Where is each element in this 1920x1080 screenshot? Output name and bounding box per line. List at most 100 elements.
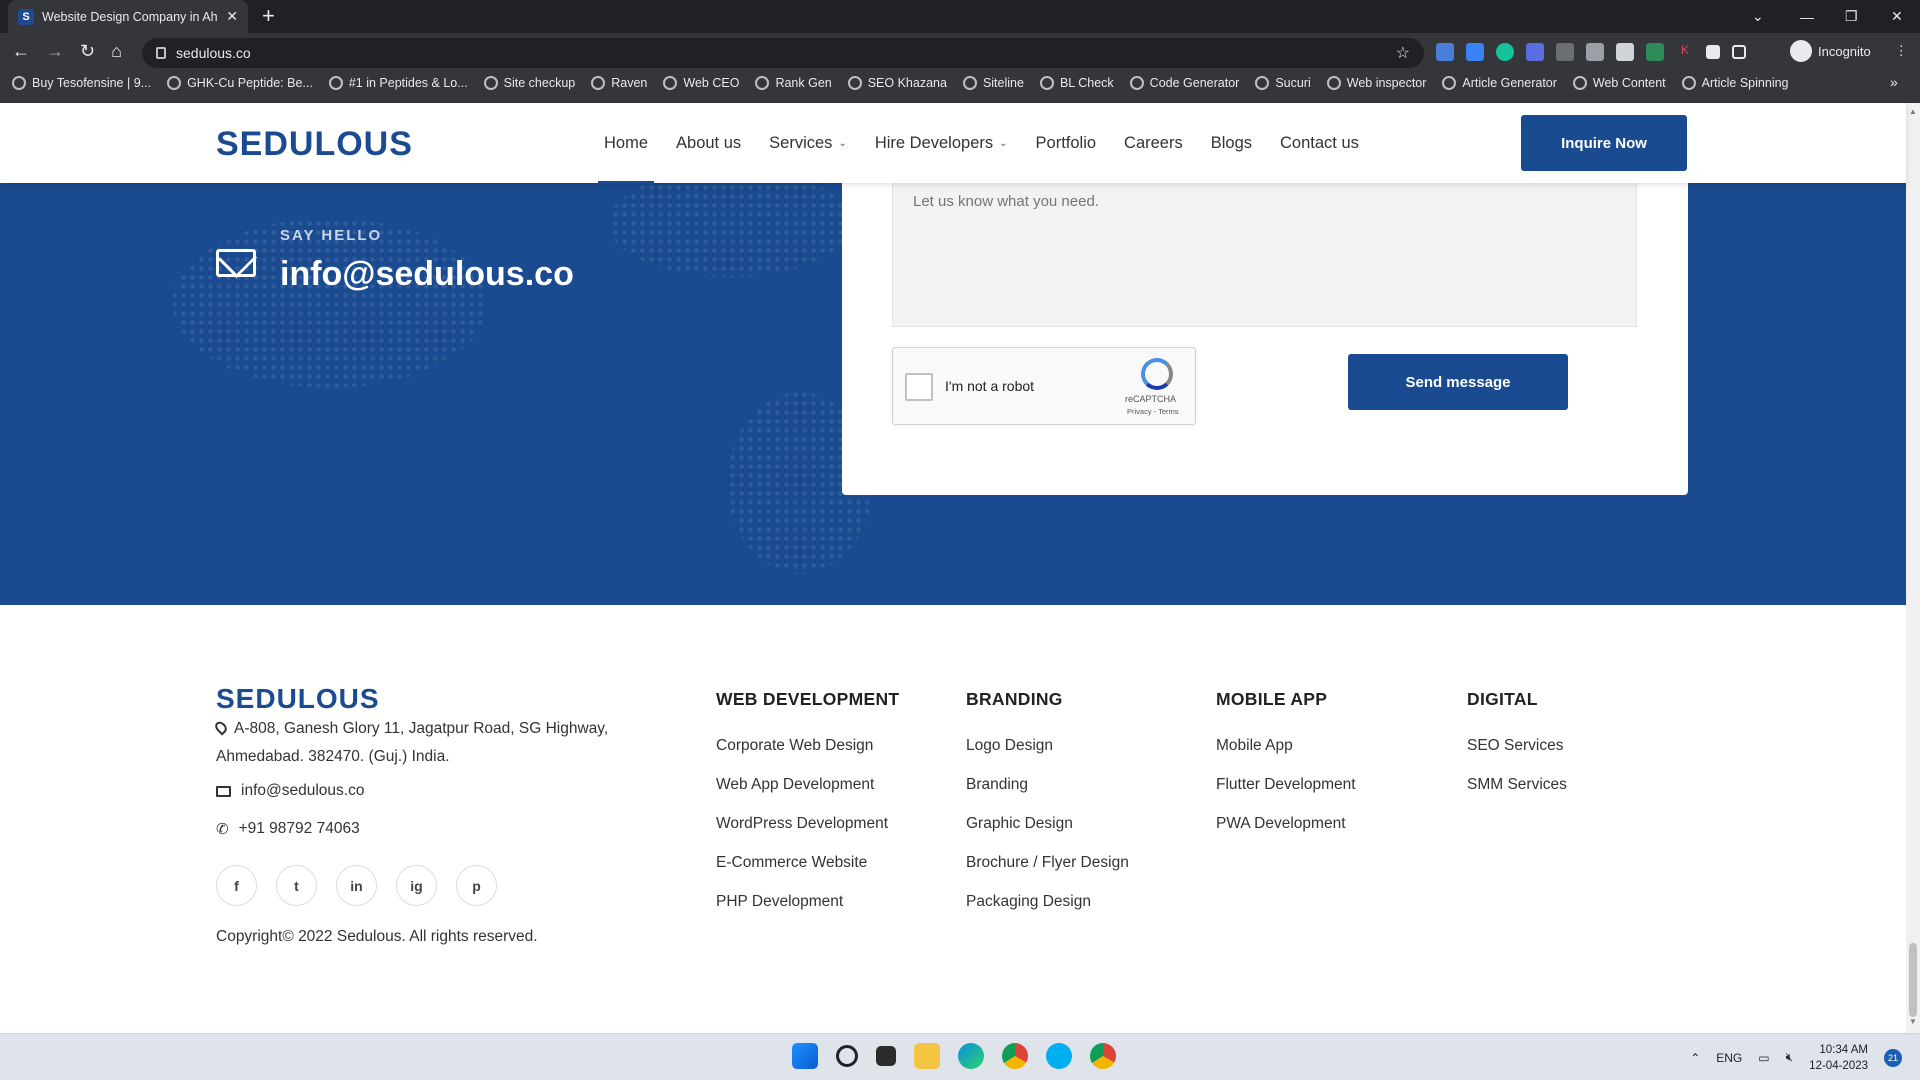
bookmark-item[interactable]: Article Spinning [1681,76,1789,90]
nav-hire-developers[interactable]: Hire Developers ⌄ [875,103,1008,183]
bookmark-item[interactable]: Web CEO [663,76,739,90]
footer-link[interactable]: Branding [966,765,1129,804]
contact-email-link[interactable]: info@sedulous.co [280,255,574,294]
restore-icon[interactable]: ❐ [1845,0,1858,33]
footer-link[interactable]: Packaging Design [966,882,1129,921]
footer-link[interactable]: SMM Services [1467,765,1567,804]
nav-portfolio[interactable]: Portfolio [1036,103,1097,183]
k-extension-icon[interactable]: K [1676,43,1694,61]
browser-tab[interactable]: S Website Design Company in Ahm ✕ [8,0,248,33]
footer-link[interactable]: Logo Design [966,726,1129,765]
footer-link[interactable]: Mobile App [1216,726,1356,765]
nav-contact[interactable]: Contact us [1280,103,1359,183]
site-logo[interactable]: SEDULOUS [216,125,413,164]
footer-link[interactable]: Corporate Web Design [716,726,899,765]
linkedin-icon[interactable]: in [336,865,377,906]
side-panel-icon[interactable] [1732,45,1746,59]
scrollbar-thumb[interactable] [1909,943,1917,1017]
monitor-icon[interactable]: ▭ [1758,1051,1769,1065]
windows-start-icon[interactable] [792,1043,818,1069]
footer-link[interactable]: Brochure / Flyer Design [966,843,1129,882]
bookmark-item[interactable]: Site checkup [483,76,575,90]
facebook-icon[interactable]: f [216,865,257,906]
new-tab-icon[interactable]: + [262,5,275,27]
footer-link[interactable]: E-Commerce Website [716,843,899,882]
footer-link[interactable]: WordPress Development [716,804,899,843]
nav-careers[interactable]: Careers [1124,103,1183,183]
skype-icon[interactable] [1046,1043,1072,1069]
chrome-icon[interactable] [1002,1043,1028,1069]
inquire-now-button[interactable]: Inquire Now [1521,115,1687,171]
bookmark-item[interactable]: Web inspector [1326,76,1426,90]
more-bookmarks-icon[interactable]: » [1890,74,1898,90]
send-message-button[interactable]: Send message [1348,354,1568,410]
clock-time: 10:34 AM [1819,1043,1868,1056]
footer-logo[interactable]: SEDULOUS [216,683,380,715]
minimize-icon[interactable]: — [1800,0,1814,33]
bookmark-item[interactable]: #1 in Peptides & Lo... [328,76,468,90]
bookmark-item[interactable]: BL Check [1039,76,1114,90]
close-window-icon[interactable]: ✕ [1891,0,1903,33]
footer-phone-row[interactable]: ✆ +91 98792 74063 [216,820,360,838]
bookmark-item[interactable]: Article Generator [1442,76,1557,90]
recaptcha-links[interactable]: Privacy - Terms [1127,407,1179,416]
footer-link[interactable]: PWA Development [1216,804,1356,843]
bookmark-item[interactable]: GHK-Cu Peptide: Be... [167,76,313,90]
footer-link[interactable]: Flutter Development [1216,765,1356,804]
bookmark-item[interactable]: Web Content [1572,76,1666,90]
twitter-icon[interactable]: t [276,865,317,906]
nav-blogs[interactable]: Blogs [1211,103,1252,183]
language-indicator[interactable]: ENG [1716,1051,1742,1065]
bookmark-item[interactable]: Rank Gen [755,76,832,90]
nav-services[interactable]: Services ⌄ [769,103,847,183]
address-bar[interactable]: sedulous.co ☆ [142,38,1424,68]
extension-icon[interactable] [1526,43,1544,61]
scroll-down-icon[interactable]: ▼ [1909,1017,1917,1026]
clock[interactable]: 10:34 AM 12-04-2023 [1809,1042,1868,1074]
chrome-icon[interactable] [1090,1043,1116,1069]
bookmark-item[interactable]: Buy Tesofensine | 9... [12,76,151,90]
instagram-icon[interactable]: ig [396,865,437,906]
nav-about[interactable]: About us [676,103,741,183]
search-icon[interactable] [836,1045,858,1067]
nav-home[interactable]: Home [597,103,655,184]
extension-icon[interactable] [1466,43,1484,61]
footer-link[interactable]: Web App Development [716,765,899,804]
recaptcha-checkbox[interactable] [905,373,933,401]
task-view-icon[interactable] [876,1046,896,1066]
pinterest-icon[interactable]: p [456,865,497,906]
message-textarea[interactable] [892,183,1637,327]
pen-extension-icon[interactable] [1586,43,1604,61]
bookmark-star-icon[interactable]: ☆ [1396,43,1410,63]
menu-icon[interactable]: ⋮ [1895,43,1908,59]
speaker-muted-icon[interactable]: 🔇︎ [1786,1050,1794,1065]
back-icon[interactable]: ← [12,41,30,62]
bookmark-item[interactable]: Siteline [962,76,1024,90]
forward-icon[interactable]: → [46,41,64,62]
grammarly-extension-icon[interactable] [1496,43,1514,61]
puzzle-icon[interactable] [1706,45,1720,59]
mail-extension-icon[interactable] [1556,43,1574,61]
footer-link[interactable]: Graphic Design [966,804,1129,843]
footer-link[interactable]: SEO Services [1467,726,1567,765]
tab-search-icon[interactable]: ⌄ [1752,0,1764,33]
home-icon[interactable]: ⌂ [111,41,122,62]
bookmark-item[interactable]: Code Generator [1129,76,1239,90]
chart-extension-icon[interactable] [1646,43,1664,61]
notification-badge[interactable]: 21 [1884,1048,1902,1067]
extension-icon[interactable] [1616,43,1634,61]
bookmark-item[interactable]: Raven [591,76,647,90]
bookmark-item[interactable]: SEO Khazana [847,76,947,90]
profile-button[interactable]: Incognito ⋮ [1790,40,1908,62]
chevron-up-icon[interactable]: ⌃ [1690,1051,1700,1065]
close-tab-icon[interactable]: ✕ [226,8,238,25]
reload-icon[interactable]: ↻ [80,41,95,62]
file-explorer-icon[interactable] [914,1043,940,1069]
footer-email-row[interactable]: info@sedulous.co [216,782,364,800]
edge-icon[interactable] [958,1043,984,1069]
translate-extension-icon[interactable] [1436,43,1454,61]
bookmark-item[interactable]: Sucuri [1255,76,1311,90]
footer-link[interactable]: PHP Development [716,882,899,921]
scroll-up-icon[interactable]: ▲ [1909,107,1917,116]
page-scrollbar[interactable]: ▲ ▼ [1906,103,1920,1033]
